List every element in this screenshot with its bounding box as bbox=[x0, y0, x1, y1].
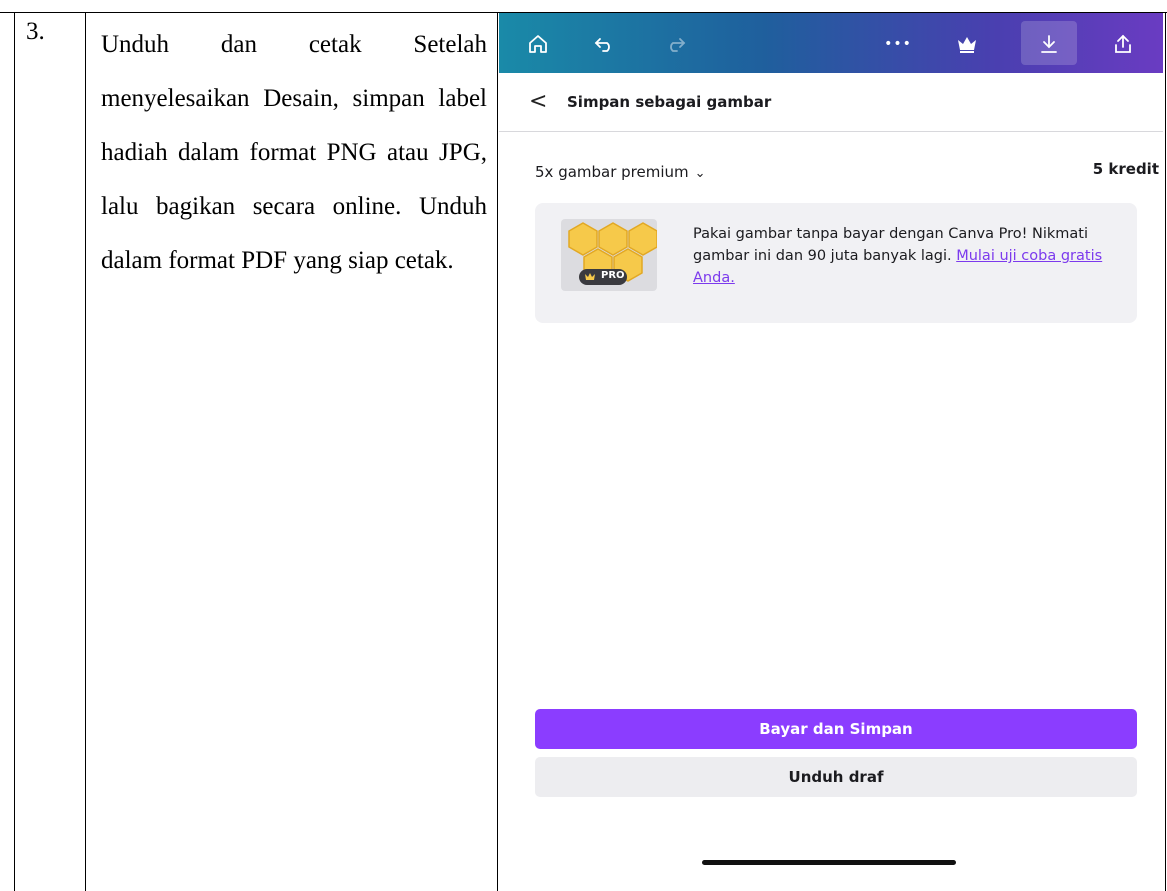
table-border-right bbox=[1165, 12, 1166, 891]
crown-icon[interactable] bbox=[954, 31, 980, 57]
table-border-col1 bbox=[85, 12, 86, 891]
row-description: Unduh dan cetak Setelah menyelesaikan De… bbox=[101, 31, 487, 274]
download-icon[interactable] bbox=[1036, 31, 1062, 57]
credits-count: 5 kredit bbox=[1092, 160, 1159, 178]
back-button[interactable]: < bbox=[529, 91, 547, 113]
share-icon[interactable] bbox=[1110, 31, 1136, 57]
promo-text-block: Pakai gambar tanpa bayar dengan Canva Pr… bbox=[693, 223, 1113, 289]
panel-header: < Simpan sebagai gambar bbox=[499, 73, 1163, 132]
more-icon[interactable]: ••• bbox=[884, 31, 911, 57]
pro-badge: PRO bbox=[601, 270, 625, 281]
home-icon[interactable] bbox=[525, 31, 551, 57]
premium-images-label: 5x gambar premium bbox=[535, 163, 689, 181]
pro-promo-card: PRO Pakai gambar tanpa bayar dengan Canv… bbox=[535, 203, 1137, 323]
chevron-down-icon: ⌄ bbox=[694, 166, 706, 181]
phone-screenshot: ••• < Simpan sebagai gambar 5x gambar pr… bbox=[499, 13, 1163, 891]
undo-icon[interactable] bbox=[591, 31, 617, 57]
table-border-col2 bbox=[497, 12, 498, 891]
document-table: 3. Unduh dan cetak Setelah menyelesaikan… bbox=[0, 0, 1167, 891]
download-draft-button[interactable]: Unduh draf bbox=[535, 757, 1137, 797]
redo-icon[interactable] bbox=[663, 31, 689, 57]
table-border-left bbox=[14, 12, 15, 891]
editor-toolbar: ••• bbox=[499, 13, 1163, 73]
premium-images-dropdown[interactable]: 5x gambar premium ⌄ bbox=[535, 163, 706, 181]
home-indicator bbox=[702, 860, 956, 865]
pay-and-save-button[interactable]: Bayar dan Simpan bbox=[535, 709, 1137, 749]
panel-title: Simpan sebagai gambar bbox=[567, 93, 772, 111]
row-number: 3. bbox=[26, 18, 45, 45]
pro-image-thumbnail: PRO bbox=[561, 219, 657, 291]
